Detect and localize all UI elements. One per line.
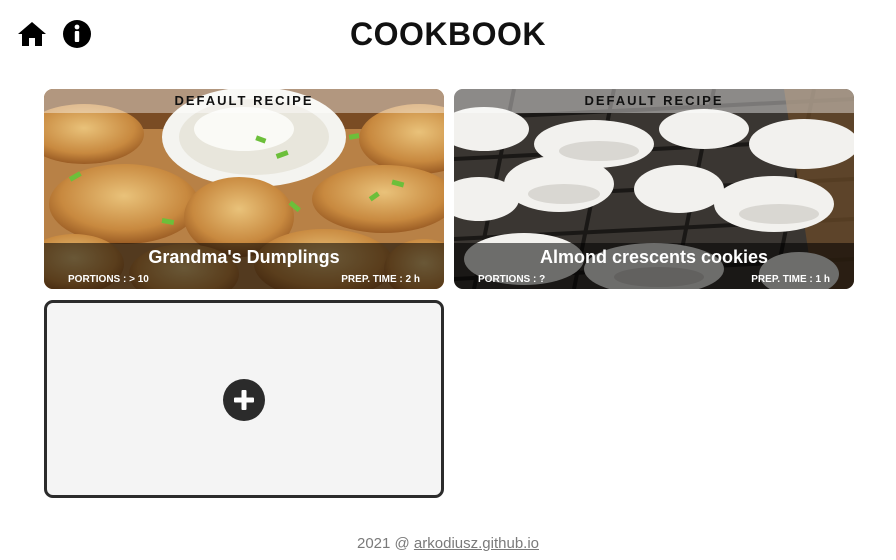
- recipe-name: Grandma's Dumplings: [148, 247, 340, 267]
- recipe-portions: PORTIONS : > 10: [68, 274, 149, 285]
- recipe-name: Almond crescents cookies: [539, 247, 769, 267]
- plus-icon: [234, 390, 254, 410]
- page-title: COOKBOOK: [350, 16, 546, 52]
- recipe-caption: Grandma's Dumplings PORTIONS : > 10 PREP…: [44, 243, 444, 289]
- recipe-card-grandmas-dumplings[interactable]: DEFAULT RECIPE Grandma's Dumplings PORTI…: [44, 89, 444, 289]
- recipe-caption: Almond crescents cookies PORTIONS : ? PR…: [454, 243, 854, 289]
- recipe-card-almond-crescents-cookies[interactable]: DEFAULT RECIPE Almond crescents cookies …: [454, 89, 854, 289]
- add-recipe-card[interactable]: [44, 300, 444, 498]
- footer: 2021 @ arkodiusz.github.io: [0, 535, 896, 552]
- recipe-portions: PORTIONS : ?: [478, 274, 546, 285]
- recipe-prep-time: PREP. TIME : 2 h: [341, 274, 420, 285]
- add-recipe-button[interactable]: [223, 379, 265, 421]
- default-recipe-badge: DEFAULT RECIPE: [44, 89, 444, 113]
- footer-copyright: 2021 @: [356, 535, 410, 552]
- footer-link[interactable]: arkodiusz.github.io: [414, 535, 539, 552]
- default-recipe-badge: DEFAULT RECIPE: [454, 89, 854, 113]
- top-bar: COOKBOOK: [0, 0, 896, 70]
- recipe-prep-time: PREP. TIME : 1 h: [751, 274, 830, 285]
